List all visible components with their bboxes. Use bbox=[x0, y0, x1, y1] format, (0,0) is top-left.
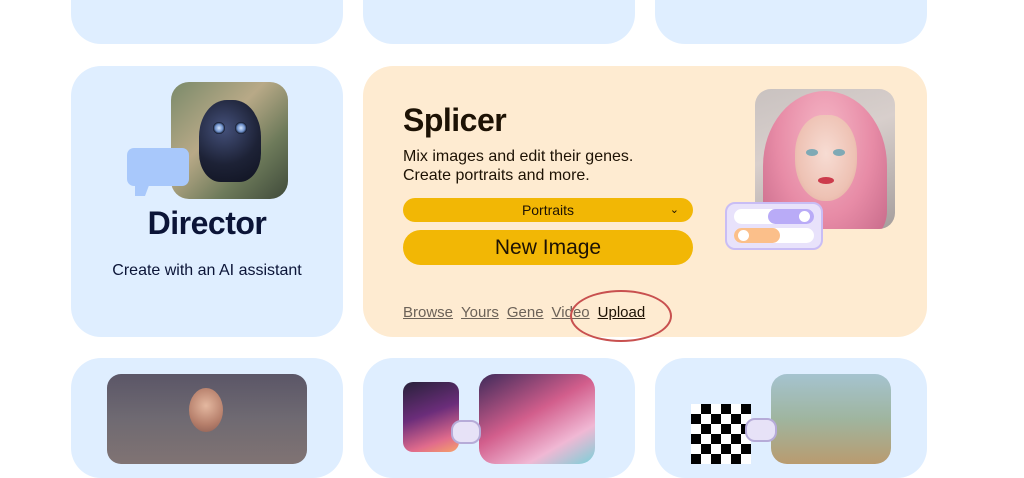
toggle-switches-icon bbox=[725, 202, 823, 250]
portrait-face bbox=[795, 115, 857, 201]
dragon-eye-right bbox=[235, 122, 247, 134]
splicer-links: Browse Yours Gene Video Upload bbox=[403, 304, 645, 321]
director-subtitle: Create with an AI assistant bbox=[112, 262, 302, 279]
checkerboard-icon bbox=[691, 404, 751, 464]
chevron-down-icon: ⌄ bbox=[669, 204, 679, 216]
toggle-bottom bbox=[734, 228, 814, 243]
portrait-eye-left bbox=[806, 149, 818, 156]
mode-select-value: Portraits bbox=[521, 202, 575, 218]
link-yours[interactable]: Yours bbox=[461, 304, 499, 321]
chat-bubble-tail bbox=[135, 180, 151, 196]
splicer-description: Mix images and edit their genes. Create … bbox=[403, 147, 703, 185]
top-card-left[interactable] bbox=[71, 0, 343, 44]
portrait-eye-right bbox=[833, 149, 845, 156]
anime-thumbnail-large bbox=[479, 374, 595, 464]
splicer-card: Splicer Mix images and edit their genes.… bbox=[363, 66, 927, 337]
splicer-title: Splicer bbox=[403, 102, 507, 138]
bottom-card-right[interactable] bbox=[655, 358, 927, 478]
toggle-bottom-knob bbox=[738, 230, 749, 241]
toggle-icon bbox=[745, 418, 777, 442]
painting-figure bbox=[189, 388, 223, 432]
mode-select[interactable]: Portraits ⌄ bbox=[403, 198, 693, 222]
toggle-top-knob bbox=[799, 211, 810, 222]
link-video[interactable]: Video bbox=[552, 304, 590, 321]
toggle-icon bbox=[451, 420, 481, 444]
bottom-card-center[interactable] bbox=[363, 358, 635, 478]
link-upload[interactable]: Upload bbox=[598, 304, 646, 321]
link-gene[interactable]: Gene bbox=[507, 304, 544, 321]
director-card[interactable]: Director Create with an AI assistant bbox=[71, 66, 343, 337]
portrait-lips bbox=[818, 177, 834, 184]
director-title: Director bbox=[147, 205, 267, 241]
new-image-button[interactable]: New Image bbox=[403, 230, 693, 265]
link-browse[interactable]: Browse bbox=[403, 304, 453, 321]
toggle-top bbox=[734, 209, 814, 224]
dragon-figure bbox=[199, 100, 261, 182]
anime-thumbnail-small bbox=[403, 382, 459, 452]
splicer-description-line1: Mix images and edit their genes. bbox=[403, 148, 634, 165]
top-card-center[interactable] bbox=[363, 0, 635, 44]
top-card-right[interactable] bbox=[655, 0, 927, 44]
splicer-description-line2: Create portraits and more. bbox=[403, 167, 590, 184]
dragon-eye-left bbox=[213, 122, 225, 134]
landscape-thumbnail bbox=[771, 374, 891, 464]
bottom-card-left[interactable] bbox=[71, 358, 343, 478]
